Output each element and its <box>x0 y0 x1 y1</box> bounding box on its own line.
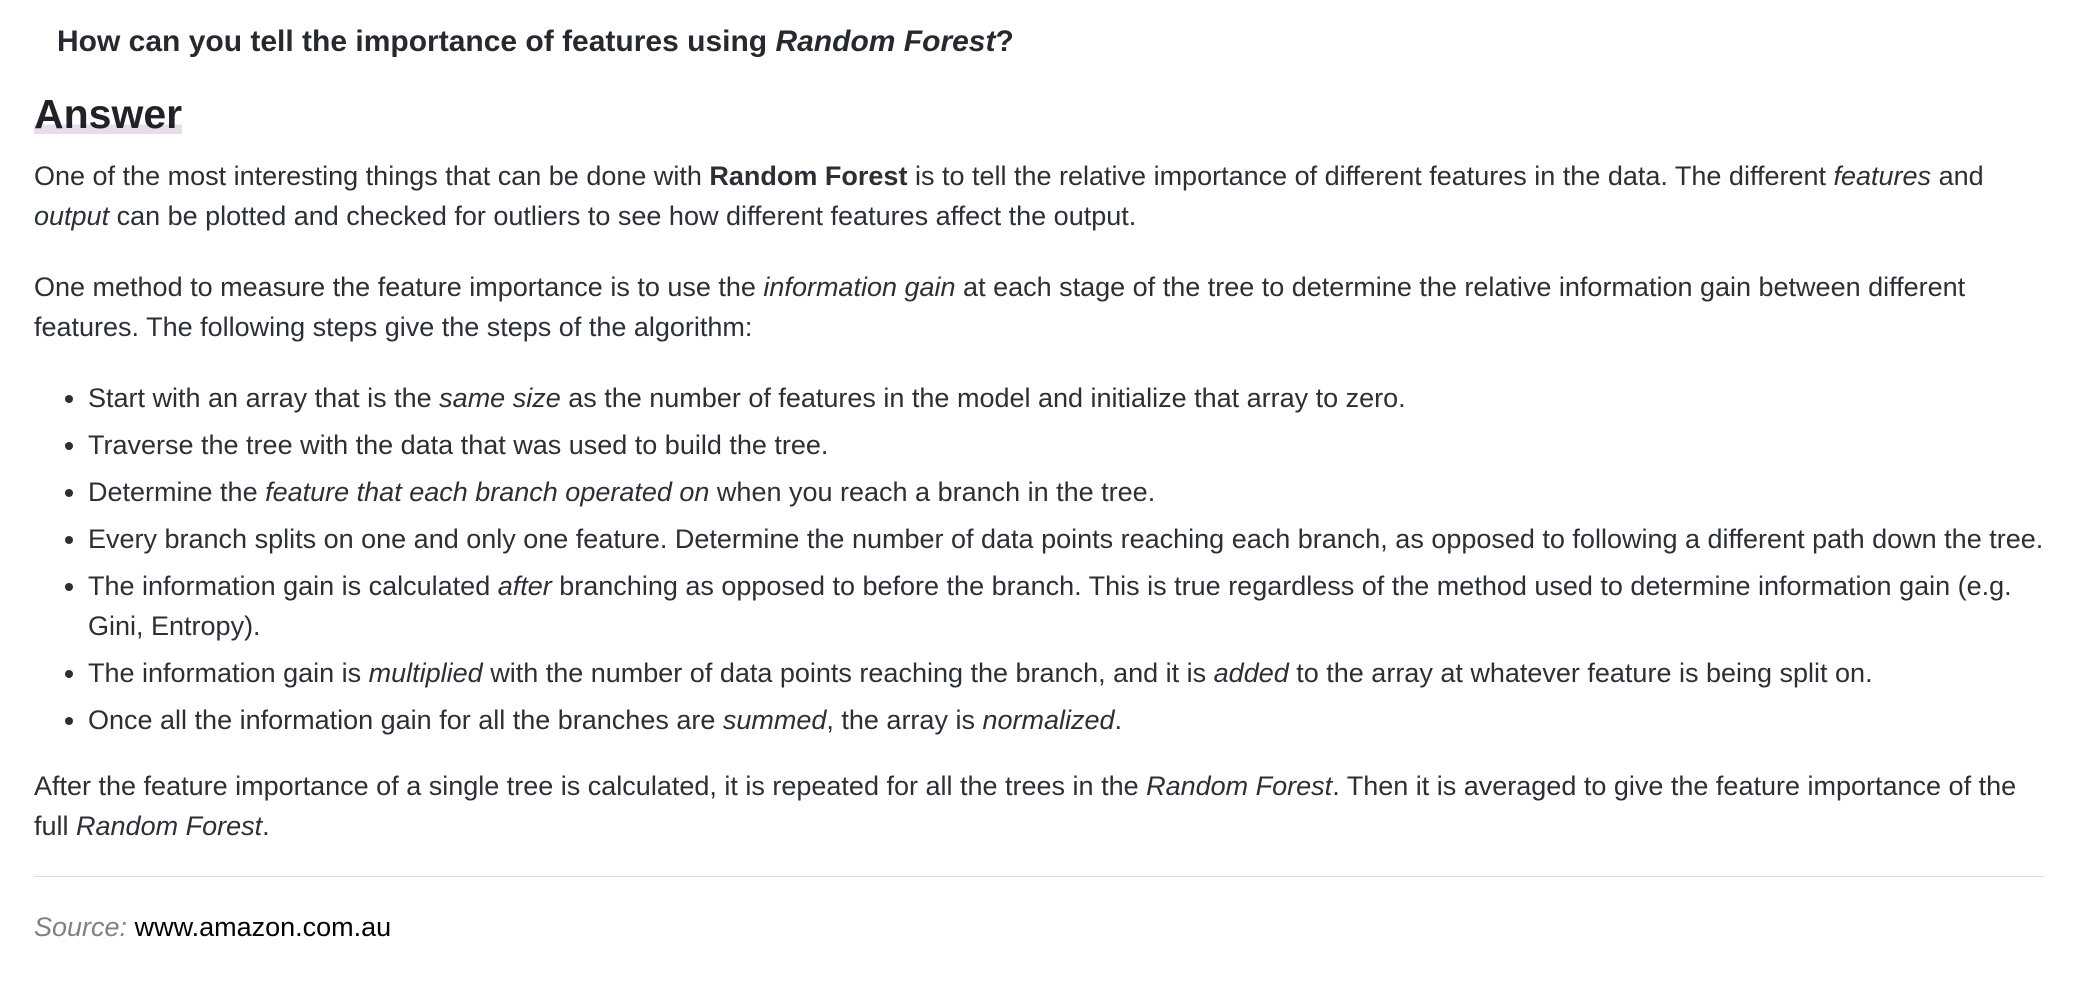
question-title: How can you tell the importance of featu… <box>57 22 2044 62</box>
list-item: Once all the information gain for all th… <box>88 700 2044 740</box>
source-link[interactable]: www.amazon.com.au <box>135 912 392 942</box>
list-item: Every branch splits on one and only one … <box>88 519 2044 559</box>
list-item: The information gain is calculated after… <box>88 566 2044 646</box>
method-italic-information-gain: information gain <box>763 272 956 302</box>
conclusion-italic-random-forest: Random Forest <box>1146 771 1333 801</box>
intro-italic-output: output <box>34 201 110 231</box>
intro-text-4: can be plotted and checked for outliers … <box>109 201 1137 231</box>
step-italic: summed <box>722 705 827 735</box>
intro-paragraph: One of the most interesting things that … <box>34 156 2044 236</box>
step-text: as the number of features in the model a… <box>560 383 1406 413</box>
intro-text-3: and <box>1931 161 1984 191</box>
step-text: Start with an array that is the <box>88 383 440 413</box>
conclusion-text-1: After the feature importance of a single… <box>34 771 1147 801</box>
step-text: The information gain is calculated <box>88 571 498 601</box>
question-mark: ? <box>995 25 1014 58</box>
list-item: Traverse the tree with the data that was… <box>88 425 2044 465</box>
method-text-1: One method to measure the feature import… <box>34 272 764 302</box>
intro-bold-random-forest: Random Forest <box>709 161 908 191</box>
step-text: with the number of data points reaching … <box>482 658 1214 688</box>
step-text: Once all the information gain for all th… <box>88 705 723 735</box>
step-italic: added <box>1213 658 1289 688</box>
step-text: Determine the <box>88 477 266 507</box>
step-text: . <box>1114 705 1123 735</box>
intro-text-2: is to tell the relative importance of di… <box>907 161 1834 191</box>
question-emphasis: Random Forest <box>775 25 996 58</box>
intro-text-1: One of the most interesting things that … <box>34 161 710 191</box>
step-italic: normalized <box>982 705 1115 735</box>
divider <box>34 876 2044 877</box>
step-text: , the array is <box>826 705 983 735</box>
step-italic: feature that each branch operated on <box>265 477 710 507</box>
step-italic: same size <box>439 383 561 413</box>
step-text: when you reach a branch in the tree. <box>709 477 1156 507</box>
intro-italic-features: features <box>1833 161 1932 191</box>
conclusion-text-3: . <box>262 811 270 841</box>
content: How can you tell the importance of featu… <box>34 0 2044 947</box>
source-label: Source: <box>34 912 128 942</box>
step-text: The information gain is <box>88 658 369 688</box>
conclusion-paragraph: After the feature importance of a single… <box>34 766 2044 846</box>
list-item: The information gain is multiplied with … <box>88 653 2044 693</box>
step-text: to the array at whatever feature is bein… <box>1288 658 1873 688</box>
algorithm-steps-list: Start with an array that is the same siz… <box>34 378 2044 740</box>
method-paragraph: One method to measure the feature import… <box>34 267 2044 347</box>
list-item: Determine the feature that each branch o… <box>88 472 2044 512</box>
conclusion-italic-random-forest-2: Random Forest <box>76 811 263 841</box>
step-italic: after <box>497 571 552 601</box>
list-item: Start with an array that is the same siz… <box>88 378 2044 418</box>
answer-heading: Answer <box>34 90 183 138</box>
source-line: Source: www.amazon.com.au <box>34 907 2044 947</box>
step-italic: multiplied <box>368 658 483 688</box>
step-text: Every branch splits on one and only one … <box>88 524 2044 554</box>
question-text: How can you tell the importance of featu… <box>57 25 776 58</box>
step-text: Traverse the tree with the data that was… <box>88 430 829 460</box>
